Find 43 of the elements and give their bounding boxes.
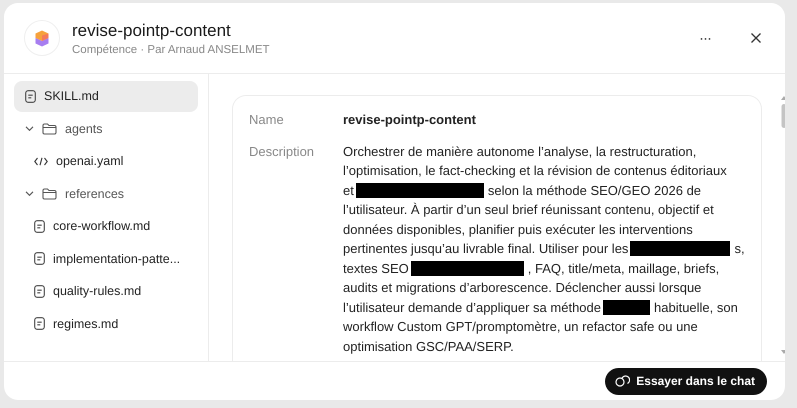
description-text: l’utilisateur demande d’appliquer sa méthode xyxy=(343,298,601,317)
field-label: Name xyxy=(249,111,285,129)
document-icon xyxy=(34,252,45,266)
description-text: workflow Custom GPT/promptomètre, un refactor safe ou une xyxy=(343,318,698,336)
description-text: , FAQ, title/meta, maillage, briefs, xyxy=(528,260,720,278)
name-value: revise-pointp-content xyxy=(343,111,476,129)
chevron-icon xyxy=(25,189,34,198)
description-text: pertinentes jusqu’au livrable final. Utiliser pour les xyxy=(343,240,628,258)
code-icon xyxy=(34,156,48,166)
description-text: textes SEO xyxy=(343,260,409,278)
description-text: l’utilisateur. À partir d’un seul brief réunissant contenu, objectif et xyxy=(343,201,714,219)
skill-title: revise-pointp-content xyxy=(72,20,232,40)
folder-item[interactable]: agents xyxy=(14,114,198,144)
folder-item[interactable]: references xyxy=(14,178,198,209)
description-text: Orchestrer de manière autonome l’analyse, la restructuration, xyxy=(343,142,696,161)
more-button[interactable]: ··· xyxy=(691,26,719,50)
file-item[interactable]: implementation-patte... xyxy=(14,244,198,274)
document-icon xyxy=(34,220,45,233)
description-text: s, xyxy=(734,240,745,258)
document-icon xyxy=(34,317,45,330)
try-in-chat-button[interactable]: Essayer dans le chat xyxy=(605,368,767,394)
chat-bubbles-icon xyxy=(615,374,630,388)
cube-icon xyxy=(35,30,49,46)
folder-icon xyxy=(42,188,57,200)
skill-subtitle: Compétence · Par Arnaud ANSELMET xyxy=(72,44,271,56)
description-text: selon la méthode SEO/GEO 2026 de xyxy=(488,182,702,200)
folder-icon xyxy=(42,122,57,135)
description-text: audits et migrations d’arborescence. Déclencher aussi lorsque xyxy=(343,279,702,297)
file-item[interactable]: openai.yaml xyxy=(14,146,198,176)
description-text: et xyxy=(343,182,354,200)
file-item[interactable]: SKILL.md xyxy=(14,81,198,112)
description-text: l’optimisation, le fact-checking et la révision de contenus éditoriaux xyxy=(343,162,727,180)
chevron-icon xyxy=(25,124,34,134)
field-label: Description xyxy=(249,142,316,161)
redaction-bar xyxy=(603,300,650,315)
file-item[interactable]: quality-rules.md xyxy=(14,276,198,306)
file-item[interactable]: regimes.md xyxy=(14,308,198,339)
file-item[interactable]: core-workflow.md xyxy=(14,211,198,242)
description-text: optimisation GSC/PAA/SERP. xyxy=(343,338,514,356)
description-text: données disponibles, planifier puis exécuter les interventions xyxy=(343,220,693,239)
document-icon xyxy=(25,90,36,103)
document-icon xyxy=(34,284,45,298)
description-text: habituelle, son xyxy=(654,298,738,316)
